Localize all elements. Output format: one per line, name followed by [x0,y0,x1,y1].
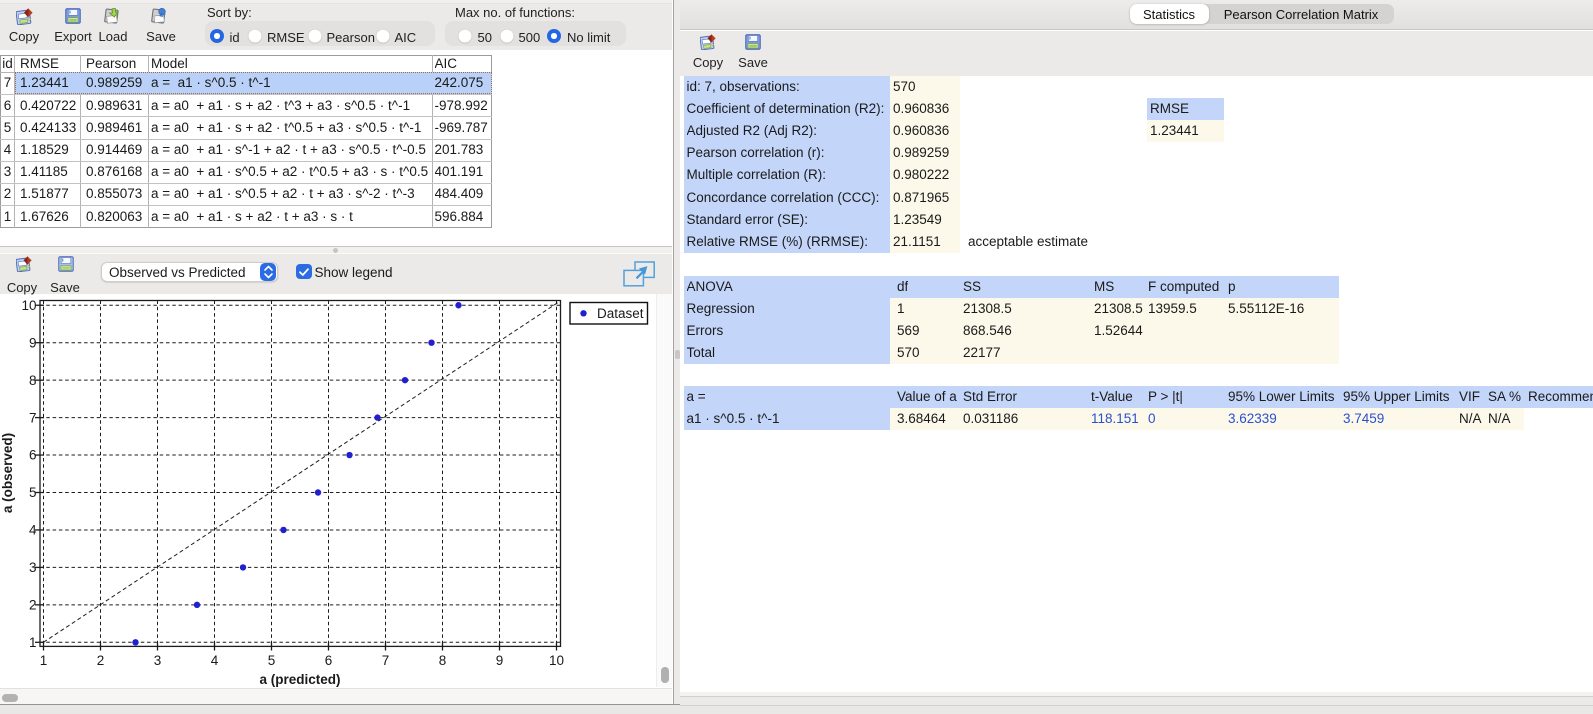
svg-text:a (observed): a (observed) [0,433,15,513]
svg-text:5: 5 [268,653,276,668]
svg-text:7: 7 [382,653,390,668]
svg-text:4: 4 [29,523,37,538]
svg-text:10: 10 [549,653,564,668]
svg-text:9: 9 [496,653,504,668]
svg-text:5: 5 [29,485,37,500]
svg-text:2: 2 [97,653,105,668]
svg-text:6: 6 [325,653,333,668]
svg-text:8: 8 [29,373,37,388]
svg-text:Dataset: Dataset [597,306,644,321]
svg-text:7: 7 [29,410,37,425]
svg-text:3: 3 [29,560,37,575]
svg-text:4: 4 [211,653,219,668]
svg-text:2: 2 [29,598,37,613]
svg-text:3: 3 [154,653,162,668]
svg-text:1: 1 [40,653,48,668]
svg-text:6: 6 [29,448,37,463]
svg-text:a (predicted): a (predicted) [259,672,340,687]
svg-text:8: 8 [439,653,447,668]
svg-text:9: 9 [29,335,37,350]
svg-text:10: 10 [21,298,36,313]
svg-text:1: 1 [29,635,37,650]
